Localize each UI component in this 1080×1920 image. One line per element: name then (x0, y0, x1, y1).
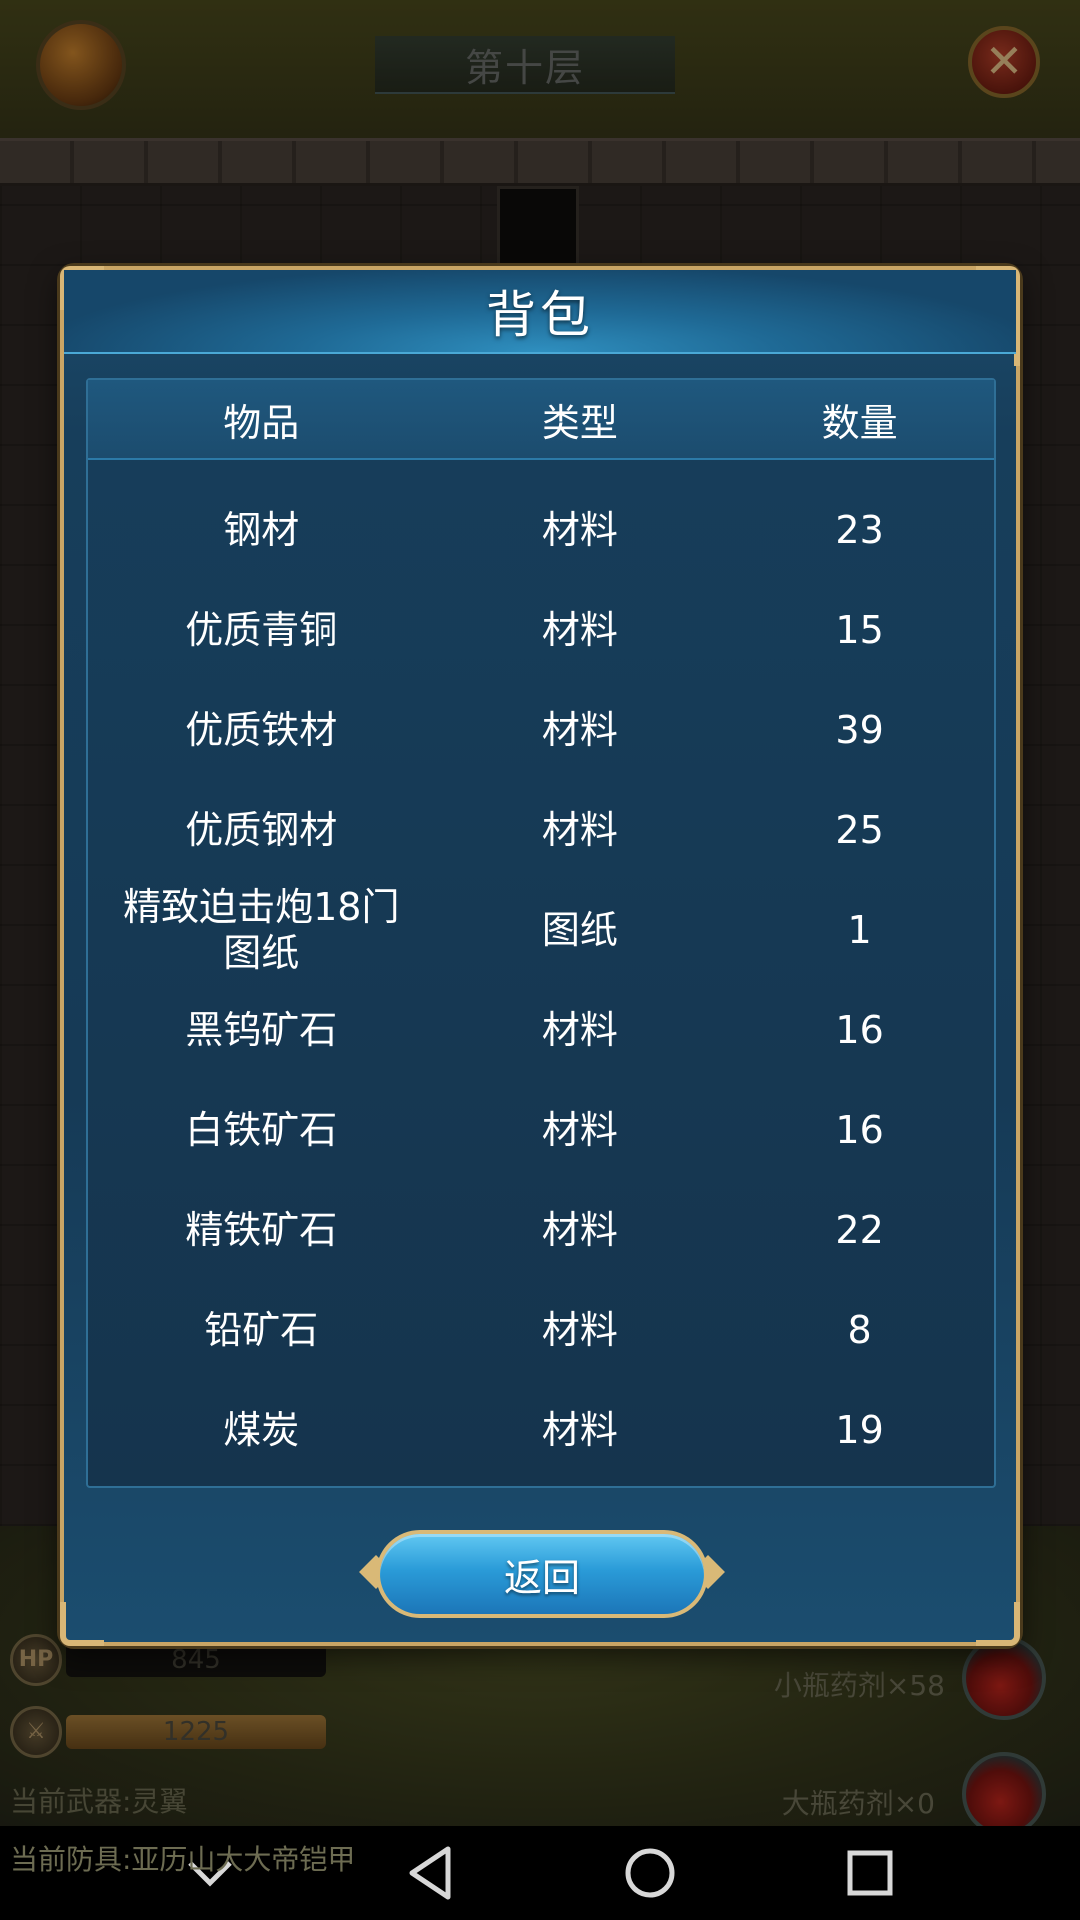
item-name: 白铁矿石 (185, 1108, 338, 1152)
item-quantity: 23 (835, 508, 884, 552)
table-row[interactable]: 精铁矿石 材料 22 (88, 1180, 994, 1280)
dialog-header: 背包 (64, 270, 1016, 354)
item-name: 优质铁材 (185, 708, 338, 752)
return-button[interactable]: 返回 (359, 1526, 725, 1622)
table-row[interactable]: 黑钨矿石 材料 16 (88, 980, 994, 1080)
column-header-item: 物品 (223, 400, 300, 445)
table-row[interactable]: 白铁矿石 材料 16 (88, 1080, 994, 1180)
return-button-label: 返回 (503, 1555, 580, 1600)
recent-apps-icon[interactable] (835, 1838, 905, 1908)
item-type: 材料 (541, 808, 618, 852)
column-header-type: 类型 (541, 400, 618, 445)
table-row[interactable]: 煤炭 材料 19 (88, 1380, 994, 1480)
item-quantity: 1 (847, 908, 872, 952)
item-name: 铅矿石 (204, 1308, 319, 1352)
item-type: 材料 (541, 708, 618, 752)
item-name: 精致迫击炮18门图纸 (123, 885, 400, 975)
table-body: 钢材 材料 23 优质青铜 材料 15 优质铁材 材料 39 优质钢材 材料 2… (88, 460, 994, 1480)
frame-corner (60, 1602, 104, 1646)
table-row[interactable]: 铅矿石 材料 8 (88, 1280, 994, 1380)
item-quantity: 16 (835, 1008, 884, 1052)
armor-text: 当前防具:亚历山大大帝铠甲 (10, 1843, 356, 1876)
item-type: 材料 (541, 1408, 618, 1452)
item-quantity: 15 (835, 608, 884, 652)
item-quantity: 19 (835, 1408, 884, 1452)
table-row[interactable]: 钢材 材料 23 (88, 480, 994, 580)
column-header-quantity: 数量 (821, 400, 898, 445)
home-icon[interactable] (615, 1838, 685, 1908)
table-row[interactable]: 优质钢材 材料 25 (88, 780, 994, 880)
table-row[interactable]: 优质铁材 材料 39 (88, 680, 994, 780)
frame-corner (976, 1602, 1020, 1646)
item-name: 黑钨矿石 (185, 1008, 338, 1052)
item-name: 优质钢材 (185, 808, 338, 852)
table-row[interactable]: 精致迫击炮18门图纸 图纸 1 (88, 880, 994, 980)
item-type: 材料 (541, 1008, 618, 1052)
item-name: 优质青铜 (185, 608, 338, 652)
item-name: 煤炭 (223, 1408, 300, 1452)
table-header: 物品 类型 数量 (88, 380, 994, 460)
item-quantity: 39 (835, 708, 884, 752)
back-icon[interactable] (395, 1838, 465, 1908)
item-type: 图纸 (541, 908, 618, 952)
dialog-title: 背包 (486, 286, 594, 344)
inventory-table: 物品 类型 数量 钢材 材料 23 优质青铜 材料 15 优质铁材 材料 39 … (86, 378, 996, 1488)
item-type: 材料 (541, 1208, 618, 1252)
item-quantity: 8 (847, 1308, 872, 1352)
item-type: 材料 (541, 1108, 618, 1152)
item-quantity: 16 (835, 1108, 884, 1152)
item-type: 材料 (541, 608, 618, 652)
item-name: 钢材 (223, 508, 300, 552)
item-quantity: 25 (835, 808, 884, 852)
item-type: 材料 (541, 508, 618, 552)
item-name: 精铁矿石 (185, 1208, 338, 1252)
item-type: 材料 (541, 1308, 618, 1352)
table-row[interactable]: 优质青铜 材料 15 (88, 580, 994, 680)
backpack-dialog: 背包 物品 类型 数量 钢材 材料 23 优质青铜 材料 15 优质铁材 材料 … (60, 266, 1020, 1646)
item-quantity: 22 (835, 1208, 884, 1252)
